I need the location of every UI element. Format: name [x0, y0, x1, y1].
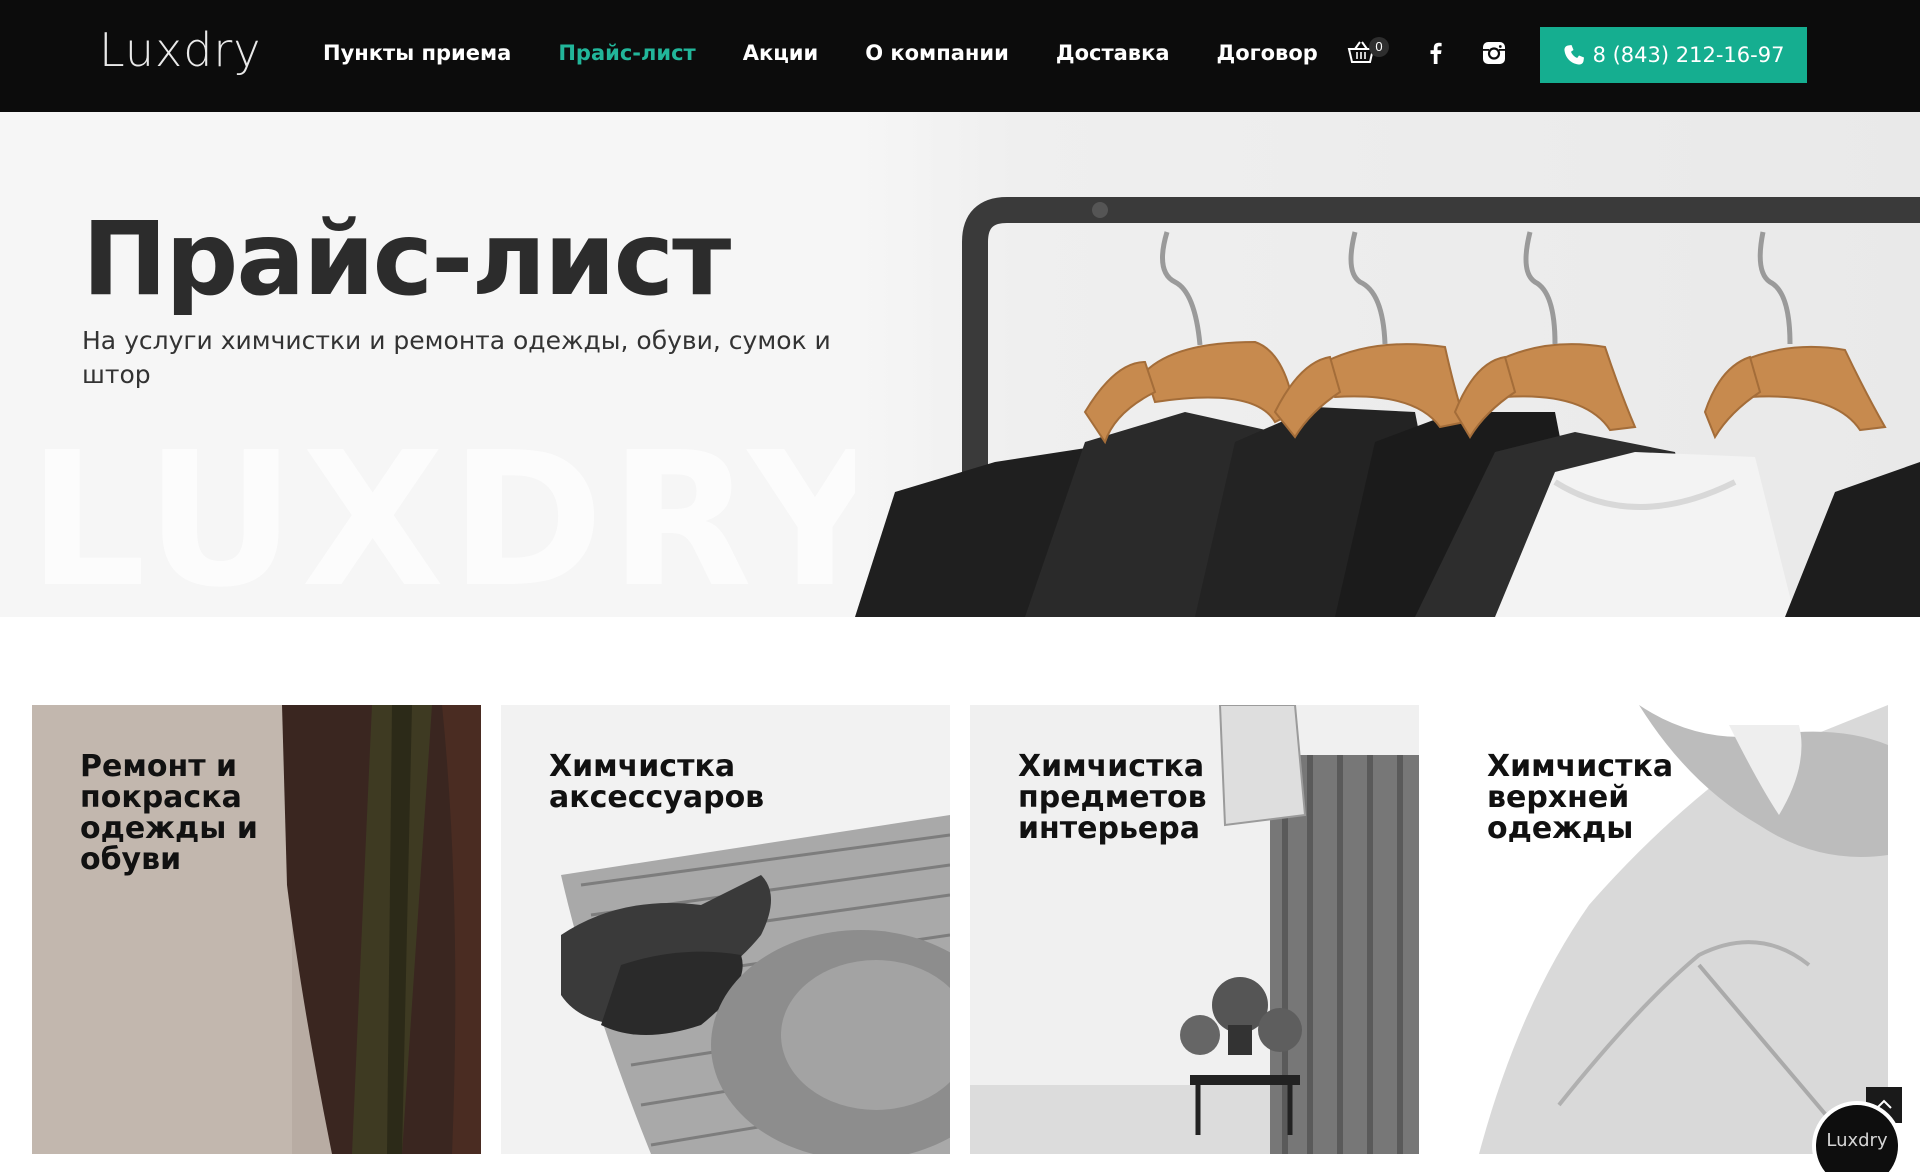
phone-number: 8 (843) 212-16-97 [1592, 43, 1785, 67]
hero-section: LUXDRY Прайс-лист На услуги химчистки и … [0, 112, 1920, 617]
category-card-outerwear[interactable]: Химчистка верхней одежды [1439, 705, 1888, 1154]
card-title: Химчистка верхней одежды [1487, 749, 1674, 846]
nav-item-price-list[interactable]: Прайс-лист [558, 36, 695, 70]
page-title: Прайс-лист [82, 200, 731, 319]
phone-icon [1564, 45, 1584, 65]
card-title: Химчистка предметов интерьера [1018, 749, 1207, 846]
cart-count-badge: 0 [1369, 37, 1389, 57]
page-subtitle: На услуги химчистки и ремонта одежды, об… [82, 326, 831, 389]
card-title: Ремонт и покраска одежды и обуви [80, 749, 258, 877]
site-header: Luxdry Пункты приема Прайс-лист Акции О … [0, 0, 1920, 112]
facebook-icon[interactable] [1423, 40, 1449, 66]
category-card-repair[interactable]: Ремонт и покраска одежды и обуви [32, 705, 481, 1154]
hero-watermark: LUXDRY [28, 412, 889, 617]
main-nav: Пункты приема Прайс-лист Акции О компани… [323, 36, 1365, 70]
hero-clothes-rack-photo [855, 112, 1920, 617]
nav-item-o-kompanii[interactable]: О компании [865, 36, 1009, 70]
card-title: Химчистка аксессуаров [549, 749, 765, 815]
instagram-icon[interactable] [1481, 40, 1507, 66]
nav-item-dogovor[interactable]: Договор [1217, 36, 1318, 70]
category-card-interior[interactable]: Химчистка предметов интерьера [970, 705, 1419, 1154]
nav-item-punkty-priema[interactable]: Пункты приема [323, 36, 511, 70]
nav-item-dostavka[interactable]: Доставка [1056, 36, 1170, 70]
nav-item-akcii[interactable]: Акции [743, 36, 819, 70]
phone-button[interactable]: 8 (843) 212-16-97 [1540, 27, 1807, 83]
logo[interactable]: Luxdry [99, 20, 261, 80]
category-card-accessories[interactable]: Химчистка аксессуаров [501, 705, 950, 1154]
